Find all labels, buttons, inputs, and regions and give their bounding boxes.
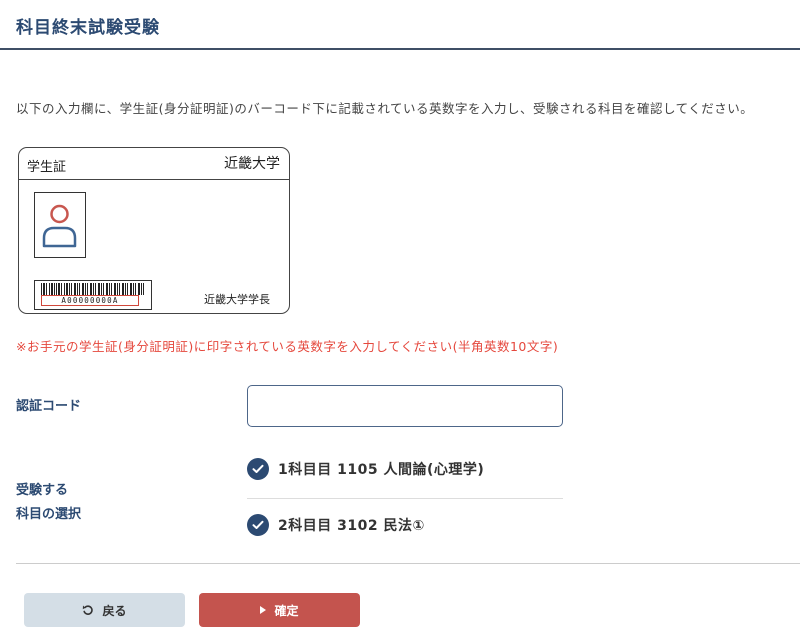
- subject-option-1[interactable]: 1科目目 1105 人間論(心理学): [247, 457, 484, 481]
- student-id-card-illustration: 学生証 近畿大学 A00000000A 近畿大学学長: [18, 147, 290, 314]
- confirm-button-label: 確定: [274, 603, 299, 618]
- footer-divider: [16, 563, 800, 564]
- barcode: A00000000A: [34, 280, 152, 310]
- back-button[interactable]: 戻る: [24, 593, 185, 627]
- person-icon: [34, 192, 86, 258]
- subject-divider: [247, 498, 563, 499]
- check-circle-icon[interactable]: [247, 514, 269, 536]
- card-university-name: 近畿大学: [224, 156, 280, 172]
- back-button-label: 戻る: [102, 603, 127, 618]
- barcode-icon: [41, 283, 144, 295]
- auth-code-input[interactable]: [247, 385, 563, 427]
- page-title: 科目終末試験受験: [16, 18, 160, 38]
- input-notice: ※お手元の学生証(身分証明証)に印字されている英数字を入力してください(半角英数…: [16, 339, 559, 354]
- subject-label-line-2: 科目の選択: [16, 507, 82, 522]
- page-header: 科目終末試験受験: [0, 0, 800, 50]
- card-president-label: 近畿大学学長: [204, 293, 270, 306]
- subject-label-line-1: 受験する: [16, 483, 69, 498]
- card-header: 学生証 近畿大学: [19, 148, 289, 180]
- instruction-text: 以下の入力欄に、学生証(身分証明証)のバーコード下に記載されている英数字を入力し…: [16, 101, 754, 116]
- subject-selection-label: 受験する 科目の選択: [16, 479, 81, 527]
- auth-code-label: 認証コード: [16, 399, 82, 414]
- confirm-button[interactable]: 確定: [199, 593, 360, 627]
- check-circle-icon[interactable]: [247, 458, 269, 480]
- undo-icon: [82, 604, 94, 616]
- card-label: 学生証: [27, 160, 67, 175]
- barcode-number: A00000000A: [41, 295, 139, 306]
- subject-option-label: 2科目目 3102 民法①: [278, 518, 425, 534]
- play-arrow-icon: [260, 606, 267, 614]
- subject-option-label: 1科目目 1105 人間論(心理学): [278, 462, 485, 478]
- subject-option-2[interactable]: 2科目目 3102 民法①: [247, 513, 425, 537]
